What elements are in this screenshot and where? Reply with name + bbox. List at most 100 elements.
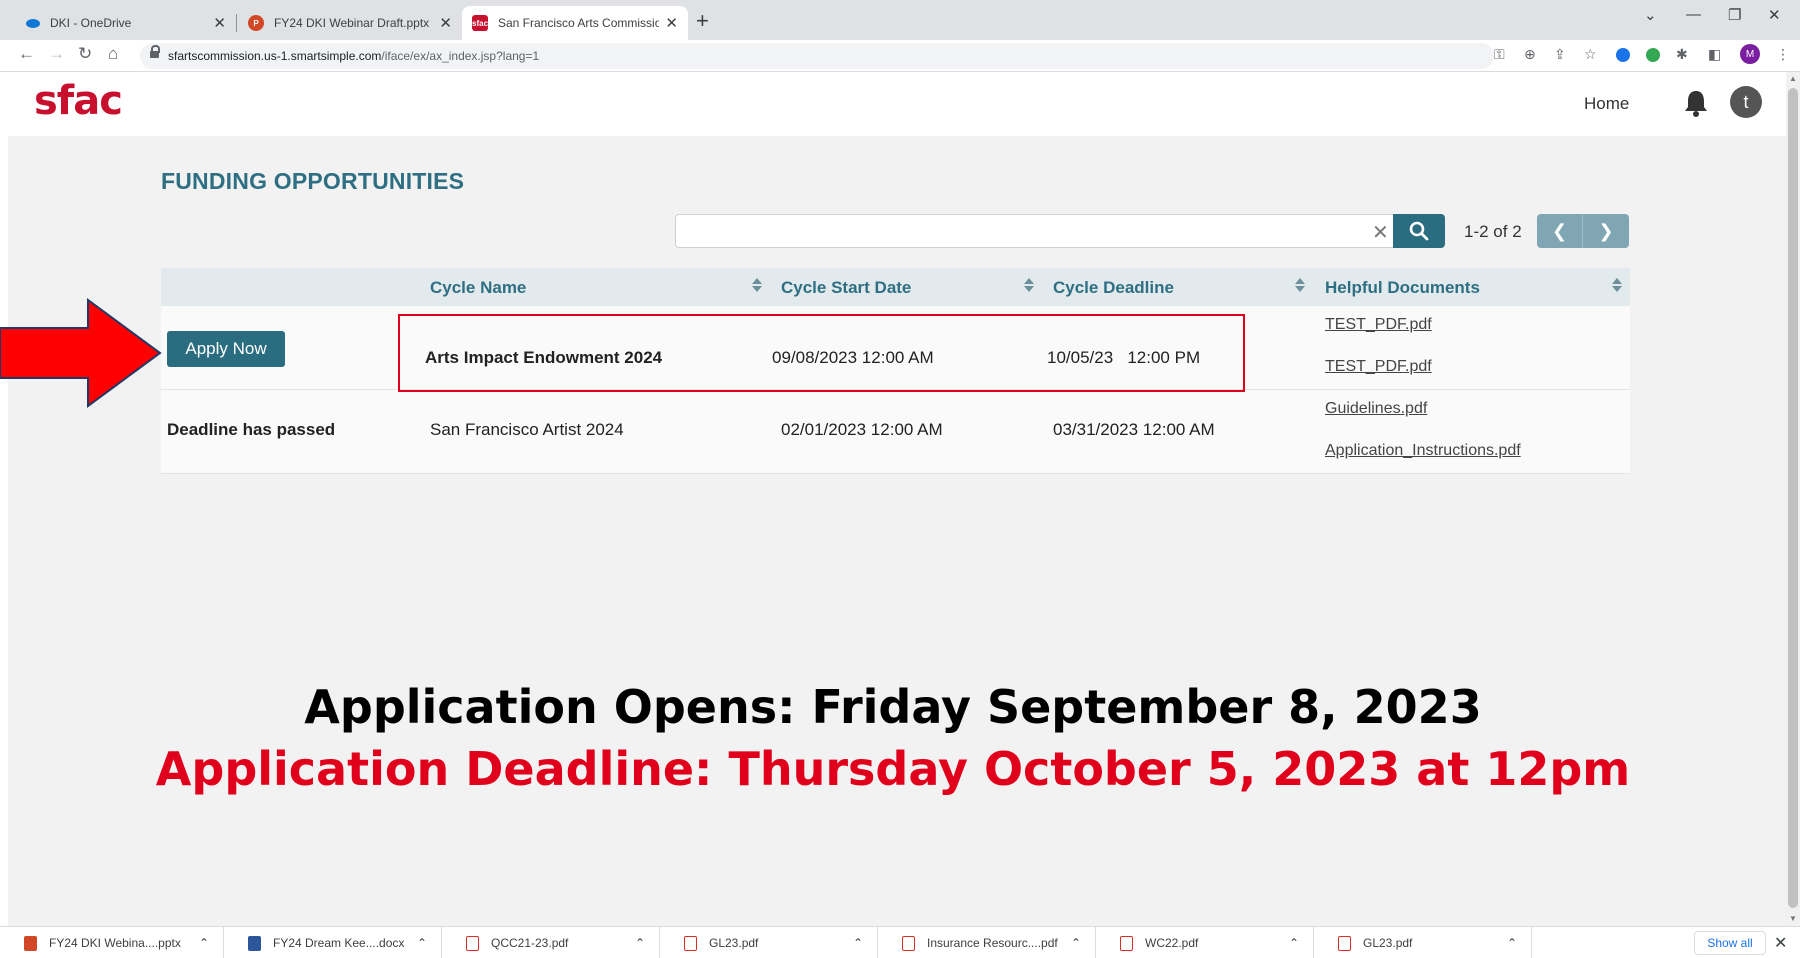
word-file-icon [248,935,261,951]
download-item[interactable]: WC22.pdf ⌃ [1096,927,1314,958]
download-name: QCC21-23.pdf [491,936,569,950]
document-link[interactable]: TEST_PDF.pdf [1325,358,1432,376]
chevron-up-icon[interactable]: ⌃ [199,936,209,950]
document-link[interactable]: TEST_PDF.pdf [1325,316,1432,334]
application-opens-text: Application Opens: Friday September 8, 2… [304,680,1482,734]
download-name: FY24 Dream Kee....docx [273,936,405,950]
sort-icon[interactable] [752,277,762,295]
sort-icon[interactable] [1024,277,1034,295]
powerpoint-file-icon [24,935,37,951]
bookmark-star-icon[interactable]: ☆ [1584,46,1597,63]
apply-now-button[interactable]: Apply Now [167,331,285,367]
close-download-bar-icon[interactable]: ✕ [1774,933,1787,953]
download-name: Insurance Resourc....pdf [927,936,1058,950]
sfac-favicon: sfac [472,15,488,31]
pager-prev-button[interactable]: ❮ [1537,214,1583,248]
col-cycle-name[interactable]: Cycle Name [430,278,526,298]
key-icon[interactable]: ⚿ [1494,46,1505,63]
url-host: sfartscommission.us-1.smartsimple.com [168,49,382,63]
main-content: FUNDING OPPORTUNITIES ✕ 1-2 of 2 ❮ ❯ Cyc… [8,136,1786,926]
url-text[interactable]: sfartscommission.us-1.smartsimple.com/if… [168,49,539,63]
back-icon[interactable]: ← [18,44,35,64]
tab-onedrive[interactable]: DKI - OneDrive ✕ [0,6,236,40]
search-button[interactable] [1393,214,1445,248]
home-link[interactable]: Home [1584,94,1629,114]
address-bar[interactable]: sfartscommission.us-1.smartsimple.com/if… [140,43,1494,69]
browser-toolbar: ← → ↻ ⌂ sfartscommission.us-1.smartsimpl… [0,40,1800,72]
reload-icon[interactable]: ↻ [78,44,92,64]
download-item[interactable]: GL23.pdf ⌃ [660,927,878,958]
restore-icon[interactable]: ❐ [1728,6,1741,24]
scroll-down-icon[interactable]: ▼ [1789,914,1797,923]
pdf-file-icon [684,935,697,951]
highlight-box [398,314,1245,392]
col-start-date[interactable]: Cycle Start Date [781,278,911,298]
user-avatar[interactable]: t [1730,86,1762,118]
chevron-up-icon[interactable]: ⌃ [635,936,645,950]
sort-icon[interactable] [1612,277,1622,295]
window-close-icon[interactable]: ✕ [1768,6,1781,24]
download-name: GL23.pdf [709,936,759,950]
close-icon[interactable]: ✕ [439,14,452,32]
chevron-up-icon[interactable]: ⌃ [1289,936,1299,950]
document-link[interactable]: Application_Instructions.pdf [1325,442,1521,460]
pager-count: 1-2 of 2 [1464,222,1522,241]
browser-tab-strip: DKI - OneDrive ✕ P FY24 DKI Webinar Draf… [0,0,1800,40]
powerpoint-icon: P [248,15,264,31]
close-icon[interactable]: ✕ [665,14,678,32]
extension-shield-icon[interactable] [1616,48,1630,62]
table-row: Deadline has passed San Francisco Artist… [161,390,1630,474]
tab-powerpoint[interactable]: P FY24 DKI Webinar Draft.pptx ✕ [236,6,462,40]
pdf-file-icon [466,935,479,951]
tab-search-icon[interactable]: ⌄ [1644,6,1657,24]
zoom-icon[interactable]: ⊕ [1524,46,1536,63]
tab-sfac[interactable]: sfac San Francisco Arts Commission ✕ [462,6,688,40]
onedrive-icon [26,18,40,28]
clear-search-icon[interactable]: ✕ [1372,220,1389,245]
chevron-up-icon[interactable]: ⌃ [417,936,427,950]
search-icon [1409,221,1429,241]
red-arrow-icon [0,298,162,408]
chevron-up-icon[interactable]: ⌃ [1507,936,1517,950]
chevron-up-icon[interactable]: ⌃ [1071,936,1081,950]
search-input[interactable] [675,214,1400,248]
profile-avatar[interactable]: M [1740,44,1760,64]
share-icon[interactable]: ⇪ [1554,46,1566,63]
col-deadline[interactable]: Cycle Deadline [1053,278,1174,298]
table-header: Cycle Name Cycle Start Date Cycle Deadli… [161,268,1630,306]
home-icon[interactable]: ⌂ [108,44,118,64]
document-link[interactable]: Guidelines.pdf [1325,400,1427,418]
sfac-logo[interactable]: sfac [34,78,123,124]
download-name: GL23.pdf [1363,936,1413,950]
pdf-file-icon [1120,935,1133,951]
forward-icon[interactable]: → [48,44,65,64]
page-scrollbar[interactable]: ▲ ▼ [1786,72,1800,926]
download-item[interactable]: FY24 DKI Webina....pptx ⌃ [0,927,224,958]
site-header: sfac Home t [0,72,1786,136]
side-panel-icon[interactable]: ◧ [1708,46,1721,63]
show-all-button[interactable]: Show all [1694,931,1766,955]
download-item[interactable]: GL23.pdf ⌃ [1314,927,1532,958]
new-tab-button[interactable]: + [696,8,709,34]
menu-kebab-icon[interactable]: ⋮ [1776,46,1790,63]
url-path: /iface/ex/ax_index.jsp?lang=1 [381,49,540,63]
download-bar: FY24 DKI Webina....pptx ⌃ FY24 Dream Kee… [0,926,1800,958]
download-item[interactable]: Insurance Resourc....pdf ⌃ [878,927,1096,958]
puzzle-icon[interactable]: ✱ [1676,46,1688,63]
pdf-file-icon [902,935,915,951]
download-item[interactable]: FY24 Dream Kee....docx ⌃ [224,927,442,958]
bell-icon[interactable] [1682,88,1710,118]
pager-next-button[interactable]: ❯ [1583,214,1629,248]
application-deadline-text: Application Deadline: Thursday October 5… [155,742,1631,796]
scroll-thumb[interactable] [1788,88,1798,908]
chevron-up-icon[interactable]: ⌃ [853,936,863,950]
col-helpful-documents[interactable]: Helpful Documents [1325,278,1480,298]
minimize-icon[interactable]: — [1686,6,1701,23]
download-item[interactable]: QCC21-23.pdf ⌃ [442,927,660,958]
close-icon[interactable]: ✕ [213,14,226,32]
scroll-up-icon[interactable]: ▲ [1789,74,1797,83]
download-name: FY24 DKI Webina....pptx [49,936,181,950]
sort-icon[interactable] [1295,277,1305,295]
extension-icon[interactable] [1646,48,1660,62]
deadline-passed-label: Deadline has passed [167,420,336,439]
